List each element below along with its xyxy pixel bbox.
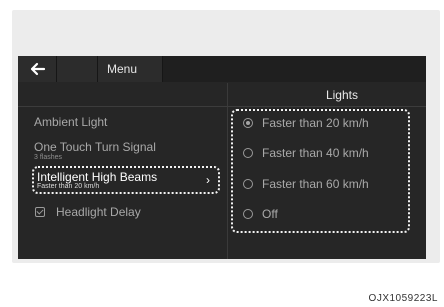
ambient-light-item[interactable]: Ambient Light [34,115,107,129]
top-navigation-bar: Menu [18,56,426,82]
section-title: Lights [325,88,358,102]
header-divider [18,106,426,107]
radio-icon [243,148,253,158]
back-arrow-icon [30,62,46,76]
chevron-right-icon: › [206,173,210,187]
infotainment-screen: Menu Lights Ambient Light One Touch Turn… [18,56,426,259]
speed-options-group: Faster than 20 km/h Faster than 40 km/h … [231,109,410,233]
menu-button[interactable]: Menu [98,56,163,82]
radio-icon [243,179,253,189]
headlight-delay-checkbox[interactable] [35,207,45,217]
headlight-delay-label[interactable]: Headlight Delay [56,205,141,219]
option-label: Faster than 60 km/h [262,177,369,191]
column-divider [227,83,228,259]
back-button[interactable] [18,56,57,82]
figure-code: OJX1059223L [368,293,438,304]
home-button[interactable] [57,56,123,82]
intelligent-high-beams-label: Intelligent High Beams [37,170,158,184]
option-label: Faster than 20 km/h [262,116,369,130]
option-label: Off [262,207,278,221]
one-touch-turn-signal-value: 3 flashes [34,154,63,161]
intelligent-high-beams-item[interactable]: Intelligent High Beams Faster than 20 km… [32,166,220,194]
option-label: Faster than 40 km/h [262,146,369,160]
radio-selected-icon [243,118,253,128]
radio-icon [243,209,253,219]
menu-label: Menu [107,62,138,76]
intelligent-high-beams-value: Faster than 20 km/h [37,183,100,190]
one-touch-turn-signal-item[interactable]: One Touch Turn Signal [34,140,156,154]
